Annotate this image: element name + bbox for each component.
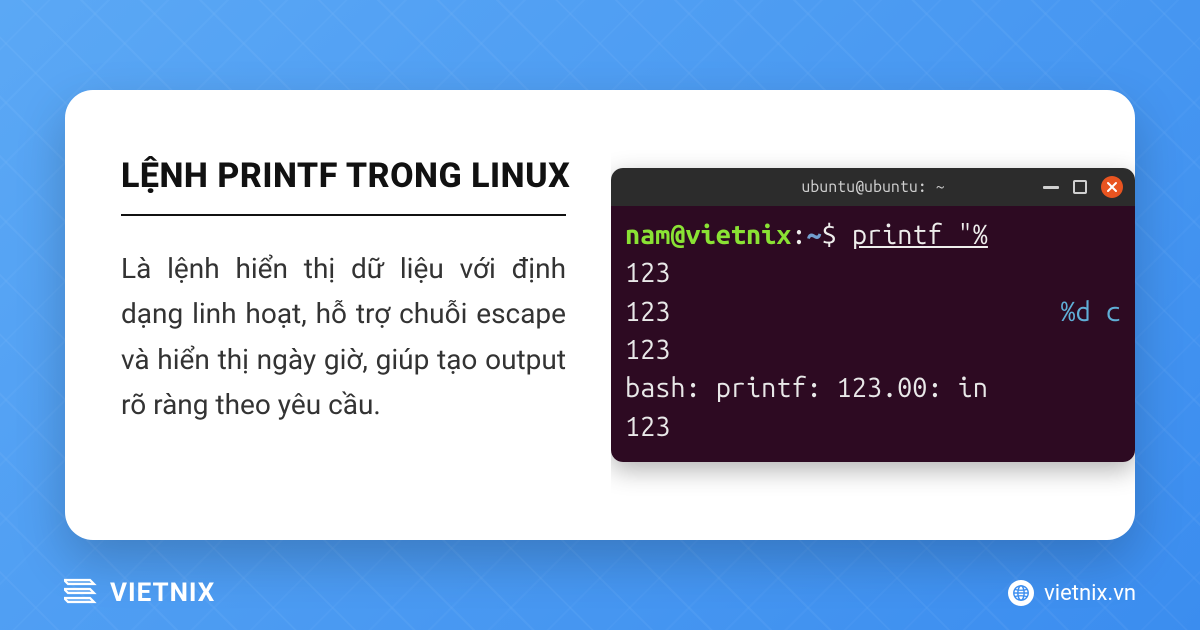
globe-icon	[1008, 580, 1034, 606]
terminal-body: nam@vietnix:~$ printf "% 123 123 %d c 12…	[611, 206, 1135, 462]
prompt-sep: :	[791, 220, 806, 250]
card-description: Là lệnh hiển thị dữ liệu với định dạng l…	[121, 246, 566, 427]
terminal-output-value: 123	[625, 293, 670, 331]
content-card: LỆNH PRINTF TRONG LINUX Là lệnh hiển thị…	[65, 90, 1135, 540]
terminal-window: ubuntu@ubuntu: ~ nam@vietnix:~$ printf "…	[611, 168, 1135, 462]
prompt-path: ~	[806, 220, 821, 250]
terminal-output-line: 123	[625, 331, 1121, 369]
terminal-command: printf "%	[852, 220, 988, 250]
text-column: LỆNH PRINTF TRONG LINUX Là lệnh hiển thị…	[121, 130, 581, 500]
prompt-dollar: $	[822, 220, 852, 250]
terminal-output-line: 123	[625, 408, 1121, 446]
card-title: LỆNH PRINTF TRONG LINUX	[121, 156, 581, 196]
terminal-column: ubuntu@ubuntu: ~ nam@vietnix:~$ printf "…	[611, 130, 1135, 500]
terminal-line-prompt: nam@vietnix:~$ printf "%	[625, 216, 1121, 254]
window-controls	[1043, 176, 1123, 198]
brand-logo: VIETNIX	[64, 578, 215, 608]
footer: VIETNIX vietnix.vn	[0, 578, 1200, 608]
terminal-error-line: bash: printf: 123.00: in	[625, 369, 1121, 407]
title-divider	[121, 214, 566, 216]
terminal-output-line: 123	[625, 254, 1121, 292]
terminal-title: ubuntu@ubuntu: ~	[801, 178, 944, 196]
minimize-icon[interactable]	[1043, 186, 1059, 189]
brand-icon	[64, 578, 98, 608]
terminal-titlebar: ubuntu@ubuntu: ~	[611, 168, 1135, 206]
brand-text: VIETNIX	[110, 578, 215, 608]
terminal-output-line: 123 %d c	[625, 293, 1121, 331]
site-url: vietnix.vn	[1044, 581, 1136, 606]
site-link[interactable]: vietnix.vn	[1008, 580, 1136, 606]
maximize-icon[interactable]	[1073, 180, 1087, 194]
terminal-hint: %d c	[1061, 293, 1121, 331]
prompt-user: nam@vietnix	[625, 220, 791, 250]
close-icon[interactable]	[1101, 176, 1123, 198]
